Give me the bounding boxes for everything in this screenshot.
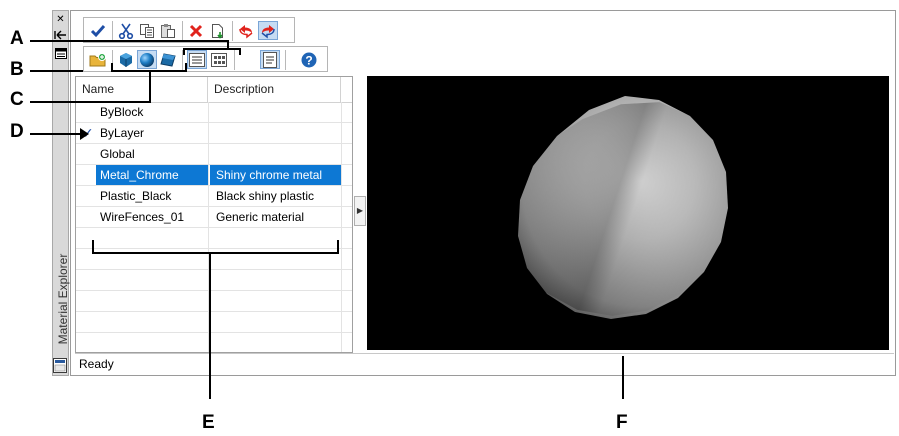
column-header-name[interactable]: Name (76, 77, 208, 102)
callout-bracket-e (92, 252, 339, 254)
material-list[interactable]: Name Description ByBlock ✓ ByLayer Globa… (75, 76, 353, 353)
undo-icon[interactable] (236, 21, 256, 40)
help-icon[interactable]: ? (299, 50, 319, 69)
apply-check-icon[interactable] (88, 21, 108, 40)
callout-bracket-a (183, 48, 241, 50)
delete-icon[interactable] (186, 21, 206, 40)
close-icon[interactable]: ✕ (54, 13, 67, 26)
empty-row (76, 333, 352, 352)
callout-arrow-d (80, 128, 89, 140)
empty-row (76, 270, 352, 291)
callout-line-c (149, 70, 151, 103)
list-item[interactable]: ✓ ByLayer (76, 123, 352, 144)
empty-row (76, 228, 352, 249)
plane-icon[interactable] (158, 50, 178, 69)
list-item[interactable]: ByBlock (76, 102, 352, 123)
callout-label-d: D (10, 121, 24, 142)
list-header: Name Description (76, 77, 352, 103)
details-icon[interactable] (260, 50, 280, 69)
status-bar: Ready (75, 353, 894, 375)
status-window-icon[interactable] (53, 358, 67, 373)
material-description: Shiny chrome metal (210, 165, 341, 185)
thumbnail-view-icon[interactable] (209, 50, 229, 69)
material-description: Black shiny plastic (216, 189, 315, 203)
list-item[interactable]: Plastic_Black Black shiny plastic (76, 186, 352, 207)
column-header-description[interactable]: Description (208, 77, 341, 102)
callout-bracket-e (92, 240, 94, 254)
redo-icon[interactable] (258, 21, 278, 40)
material-name: Metal_Chrome (96, 165, 208, 185)
callout-bracket-c (185, 63, 187, 72)
callout-bracket-c (111, 70, 187, 72)
palette-title: Material Explorer (56, 253, 70, 345)
new-material-icon[interactable] (208, 21, 228, 40)
status-text: Ready (79, 357, 114, 371)
cube-icon[interactable] (116, 50, 136, 69)
properties-icon[interactable] (54, 48, 67, 61)
callout-line-c (30, 101, 151, 103)
callout-label-b: B (10, 59, 24, 80)
callout-line-e (209, 252, 211, 399)
callout-bracket-e (337, 240, 339, 254)
callout-line-f (622, 356, 624, 399)
copy-icon[interactable] (137, 21, 157, 40)
list-item[interactable]: Global (76, 144, 352, 165)
callout-label-a: A (10, 28, 24, 49)
folder-icon[interactable] (88, 50, 108, 69)
cut-icon[interactable] (116, 21, 136, 40)
svg-text:?: ? (305, 53, 312, 67)
callout-label-f: F (616, 412, 628, 433)
callout-label-c: C (10, 89, 24, 110)
callout-line-b (30, 70, 83, 72)
empty-row (76, 291, 352, 312)
paste-icon[interactable] (158, 21, 178, 40)
material-name: Global (100, 147, 135, 161)
list-item[interactable]: WireFences_01 Generic material (76, 207, 352, 228)
material-name: ByLayer (100, 126, 145, 140)
material-name: ByBlock (100, 105, 144, 119)
callout-bracket-c (111, 63, 113, 72)
material-name: Plastic_Black (100, 189, 172, 203)
collapse-preview-button[interactable]: ▶ (354, 196, 366, 226)
preview-sphere (513, 96, 733, 319)
callout-label-e: E (202, 412, 215, 433)
palette-title-strip[interactable]: ✕ Material Explorer (52, 10, 70, 376)
sphere-icon[interactable] (137, 50, 157, 69)
callout-bracket-a (183, 48, 185, 55)
callout-line-d (30, 133, 84, 135)
list-item-selected[interactable]: Metal_Chrome Shiny chrome metal (76, 165, 352, 186)
callout-line-a (30, 40, 229, 42)
material-preview (367, 76, 889, 350)
material-name: WireFences_01 (100, 210, 185, 224)
callout-bracket-a (239, 48, 241, 55)
material-description: Generic material (216, 210, 305, 224)
list-view-icon[interactable] (187, 50, 207, 69)
empty-row (76, 312, 352, 333)
